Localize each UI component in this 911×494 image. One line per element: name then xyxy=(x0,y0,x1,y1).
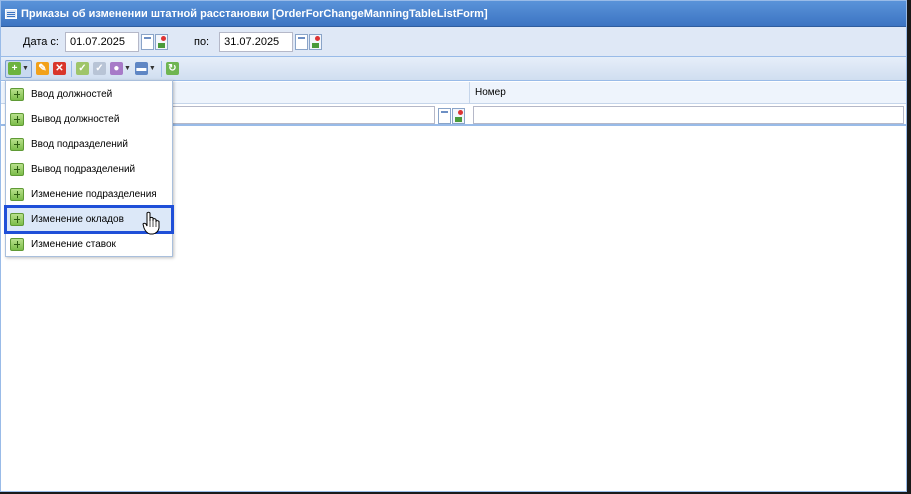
unapprove-button[interactable]: ✓ xyxy=(92,61,106,77)
settings-icon: ● xyxy=(109,62,123,75)
date-from-label: Дата с: xyxy=(23,35,59,48)
column-filter-clear-icon[interactable] xyxy=(452,108,465,124)
menu-item-label: Вывод должностей xyxy=(31,114,120,125)
delete-button[interactable]: ✕ xyxy=(52,61,66,77)
date-to-calendar-icon[interactable] xyxy=(295,33,309,50)
column-filter-input-1[interactable] xyxy=(171,106,435,124)
plus-icon xyxy=(10,188,24,201)
add-icon: + xyxy=(8,62,21,75)
column-header-1[interactable] xyxy=(171,82,469,104)
window-title: Приказы об изменении штатной расстановки… xyxy=(21,7,488,20)
edit-icon: ✎ xyxy=(35,62,49,75)
refresh-button[interactable]: ↻ xyxy=(165,61,179,77)
edit-button[interactable]: ✎ xyxy=(35,61,49,77)
menu-item-label: Ввод подразделений xyxy=(31,139,128,150)
dropdown-arrow-icon: ▼ xyxy=(22,65,29,72)
date-from-clear-icon[interactable] xyxy=(154,33,168,50)
menu-item-label: Изменение подразделения xyxy=(31,189,157,200)
menu-item-vvod-podrazdeleniy[interactable]: Ввод подразделений xyxy=(6,132,172,157)
date-to-clear-icon[interactable] xyxy=(309,33,323,50)
date-from-calendar-icon[interactable] xyxy=(140,33,154,50)
column-header-number[interactable]: Номер xyxy=(469,82,906,104)
date-filter-bar: Дата с: по: xyxy=(1,27,906,57)
add-dropdown-button[interactable]: + ▼ xyxy=(5,59,32,78)
settings-dropdown-button[interactable]: ● ▼ xyxy=(109,61,131,77)
hand-cursor-icon xyxy=(142,211,160,235)
menu-item-label: Изменение окладов xyxy=(31,214,124,225)
menu-item-vvod-dolzhnostey[interactable]: Ввод должностей xyxy=(6,82,172,107)
menu-item-izmenenie-stavok[interactable]: Изменение ставок xyxy=(6,232,172,257)
window-icon xyxy=(5,8,17,19)
dropdown-arrow-icon: ▼ xyxy=(148,65,156,72)
unapprove-icon: ✓ xyxy=(92,62,106,75)
plus-icon xyxy=(10,238,24,251)
toolbar: + ▼ ✎ ✕ ✓ ✓ ● ▼ ▬ ▼ ↻ xyxy=(1,57,906,81)
date-to-label: по: xyxy=(193,35,210,48)
column-filter-calendar-icon[interactable] xyxy=(438,108,451,124)
date-from-input[interactable] xyxy=(64,31,139,52)
dropdown-arrow-icon: ▼ xyxy=(123,65,131,72)
window-titlebar: Приказы об изменении штатной расстановки… xyxy=(1,1,906,27)
menu-item-label: Вывод подразделений xyxy=(31,164,136,175)
plus-icon xyxy=(10,213,24,226)
menu-item-vyvod-podrazdeleniy[interactable]: Вывод подразделений xyxy=(6,157,172,182)
delete-icon: ✕ xyxy=(52,62,66,75)
main-window: Приказы об изменении штатной расстановки… xyxy=(0,0,907,492)
column-filter-input-number[interactable] xyxy=(473,106,904,124)
print-icon: ▬ xyxy=(134,62,148,75)
menu-item-vyvod-dolzhnostey[interactable]: Вывод должностей xyxy=(6,107,172,132)
date-to-input[interactable] xyxy=(219,31,294,52)
plus-icon xyxy=(10,163,24,176)
menu-item-label: Ввод должностей xyxy=(31,89,113,100)
approve-icon: ✓ xyxy=(75,62,89,75)
refresh-icon: ↻ xyxy=(165,62,179,75)
plus-icon xyxy=(10,88,24,101)
print-dropdown-button[interactable]: ▬ ▼ xyxy=(134,61,156,77)
approve-button[interactable]: ✓ xyxy=(75,61,89,77)
plus-icon xyxy=(10,113,24,126)
menu-item-label: Изменение ставок xyxy=(31,239,116,250)
toolbar-separator xyxy=(70,60,72,77)
plus-icon xyxy=(10,138,24,151)
toolbar-separator xyxy=(160,60,162,77)
menu-item-izmenenie-podrazdeleniya[interactable]: Изменение подразделения xyxy=(6,182,172,207)
